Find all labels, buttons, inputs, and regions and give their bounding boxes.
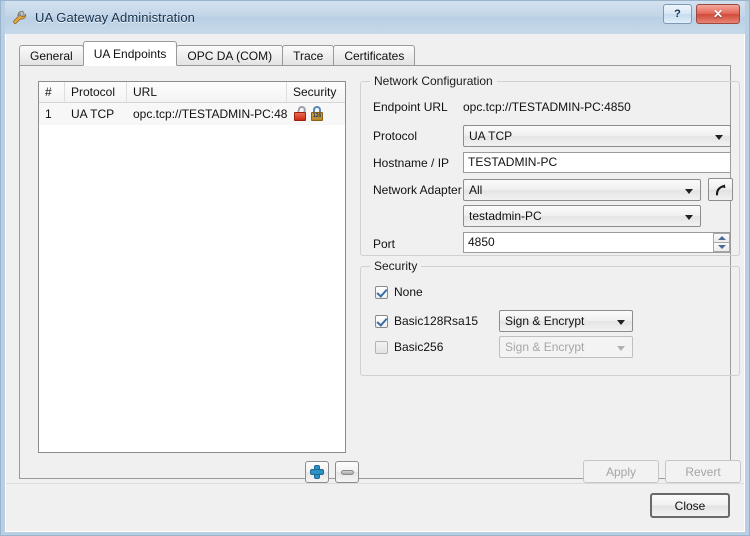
minus-icon [340,469,354,475]
protocol-row: Protocol UA TCP [373,125,731,147]
column-header-protocol[interactable]: Protocol [65,82,127,102]
endpoint-list[interactable]: # Protocol URL Security 1 UA TCP opc.tcp… [38,81,346,453]
port-spinner[interactable] [713,233,730,252]
apply-button[interactable]: Apply [583,460,659,483]
port-label: Port [373,237,396,251]
endpoint-url-label: Endpoint URL [373,100,448,114]
row-url: opc.tcp://TESTADMIN-PC:4850 [133,107,287,121]
tab-trace[interactable]: Trace [282,45,335,66]
row-protocol: UA TCP [71,107,115,121]
hostname-input[interactable]: TESTADMIN-PC [463,152,731,173]
endpoint-url-value: opc.tcp://TESTADMIN-PC:4850 [463,100,631,114]
caption-buttons: ? ✕ [663,4,740,24]
network-configuration-group: Network Configuration Endpoint URL opc.t… [360,74,740,256]
column-header-url[interactable]: URL [127,82,287,102]
locked-128-padlock-icon: 128 [310,106,324,121]
unlocked-red-padlock-icon [293,104,307,121]
network-adapter-label: Network Adapter [373,182,462,197]
network-adapter-select[interactable]: All [463,178,701,201]
security-option-basic256: Basic256 Sign & Encrypt [375,336,633,358]
port-input[interactable]: 4850 [463,232,731,253]
tab-general[interactable]: General [19,45,84,66]
security-basic128rsa15-mode-select[interactable]: Sign & Encrypt [499,310,633,332]
tab-opc-da-com[interactable]: OPC DA (COM) [176,45,284,66]
security-option-none: None [375,285,423,299]
adapter-host-row: testadmin-PC [463,205,701,227]
help-button[interactable]: ? [663,4,692,24]
security-none-label: None [394,285,423,299]
close-button[interactable]: Close [650,493,730,518]
row-index: 1 [45,107,52,121]
plus-icon [310,465,324,479]
application-window: UA Gateway Administration ? ✕ General UA… [0,0,750,536]
footer-divider [6,483,744,484]
row-security: 128 [287,103,345,125]
security-none-checkbox[interactable] [375,285,388,299]
port-increment-button[interactable] [713,233,730,242]
column-header-index[interactable]: # [39,82,65,102]
chevron-down-icon [717,245,726,249]
hostname-row: Hostname / IP TESTADMIN-PC [373,152,731,173]
security-basic256-checkbox[interactable] [375,340,388,354]
tab-certificates[interactable]: Certificates [333,45,416,66]
port-decrement-button[interactable] [713,242,730,252]
list-tool-buttons [305,461,359,483]
security-group: Security None Basic128Rsa15 Sign & Encry… [360,259,740,376]
ua-endpoints-panel: # Protocol URL Security 1 UA TCP opc.tcp… [19,65,741,483]
title-bar: UA Gateway Administration ? ✕ [5,1,745,34]
security-basic128rsa15-label: Basic128Rsa15 [394,314,479,328]
protocol-label: Protocol [373,129,418,143]
remove-endpoint-button[interactable] [335,461,359,483]
adapter-host-select[interactable]: testadmin-PC [463,205,701,227]
network-adapter-row: Network Adapter All [373,178,733,201]
table-row[interactable]: 1 UA TCP opc.tcp://TESTADMIN-PC:4850 128 [39,103,345,125]
curved-arrow-icon [715,184,726,196]
chevron-up-icon [717,236,726,240]
wrench-icon [11,9,29,27]
revert-button[interactable]: Revert [665,460,741,483]
endpoint-list-header: # Protocol URL Security [39,82,345,103]
close-window-button[interactable]: ✕ [696,4,740,24]
client-area: General UA Endpoints OPC DA (COM) Trace … [5,34,745,532]
network-configuration-legend: Network Configuration [370,74,497,88]
security-basic256-label: Basic256 [394,340,444,354]
tab-ua-endpoints[interactable]: UA Endpoints [82,41,178,66]
add-endpoint-button[interactable] [305,461,329,483]
padlock-strength-badge: 128 [312,113,322,119]
network-adapter-refresh-button[interactable] [708,178,733,201]
port-row: Port 4850 [373,232,731,256]
endpoint-url-row: Endpoint URL opc.tcp://TESTADMIN-PC:4850 [373,100,631,114]
security-option-basic128rsa15: Basic128Rsa15 Sign & Encrypt [375,310,633,332]
tab-strip: General UA Endpoints OPC DA (COM) Trace … [19,41,416,66]
protocol-select[interactable]: UA TCP [463,125,731,147]
security-legend: Security [370,259,422,273]
window-title: UA Gateway Administration [35,10,196,25]
security-basic128rsa15-checkbox[interactable] [375,314,388,328]
column-header-security[interactable]: Security [287,82,345,102]
port-stepper[interactable]: 4850 [463,232,731,256]
hostname-label: Hostname / IP [373,155,450,170]
security-basic256-mode-select: Sign & Encrypt [499,336,633,358]
